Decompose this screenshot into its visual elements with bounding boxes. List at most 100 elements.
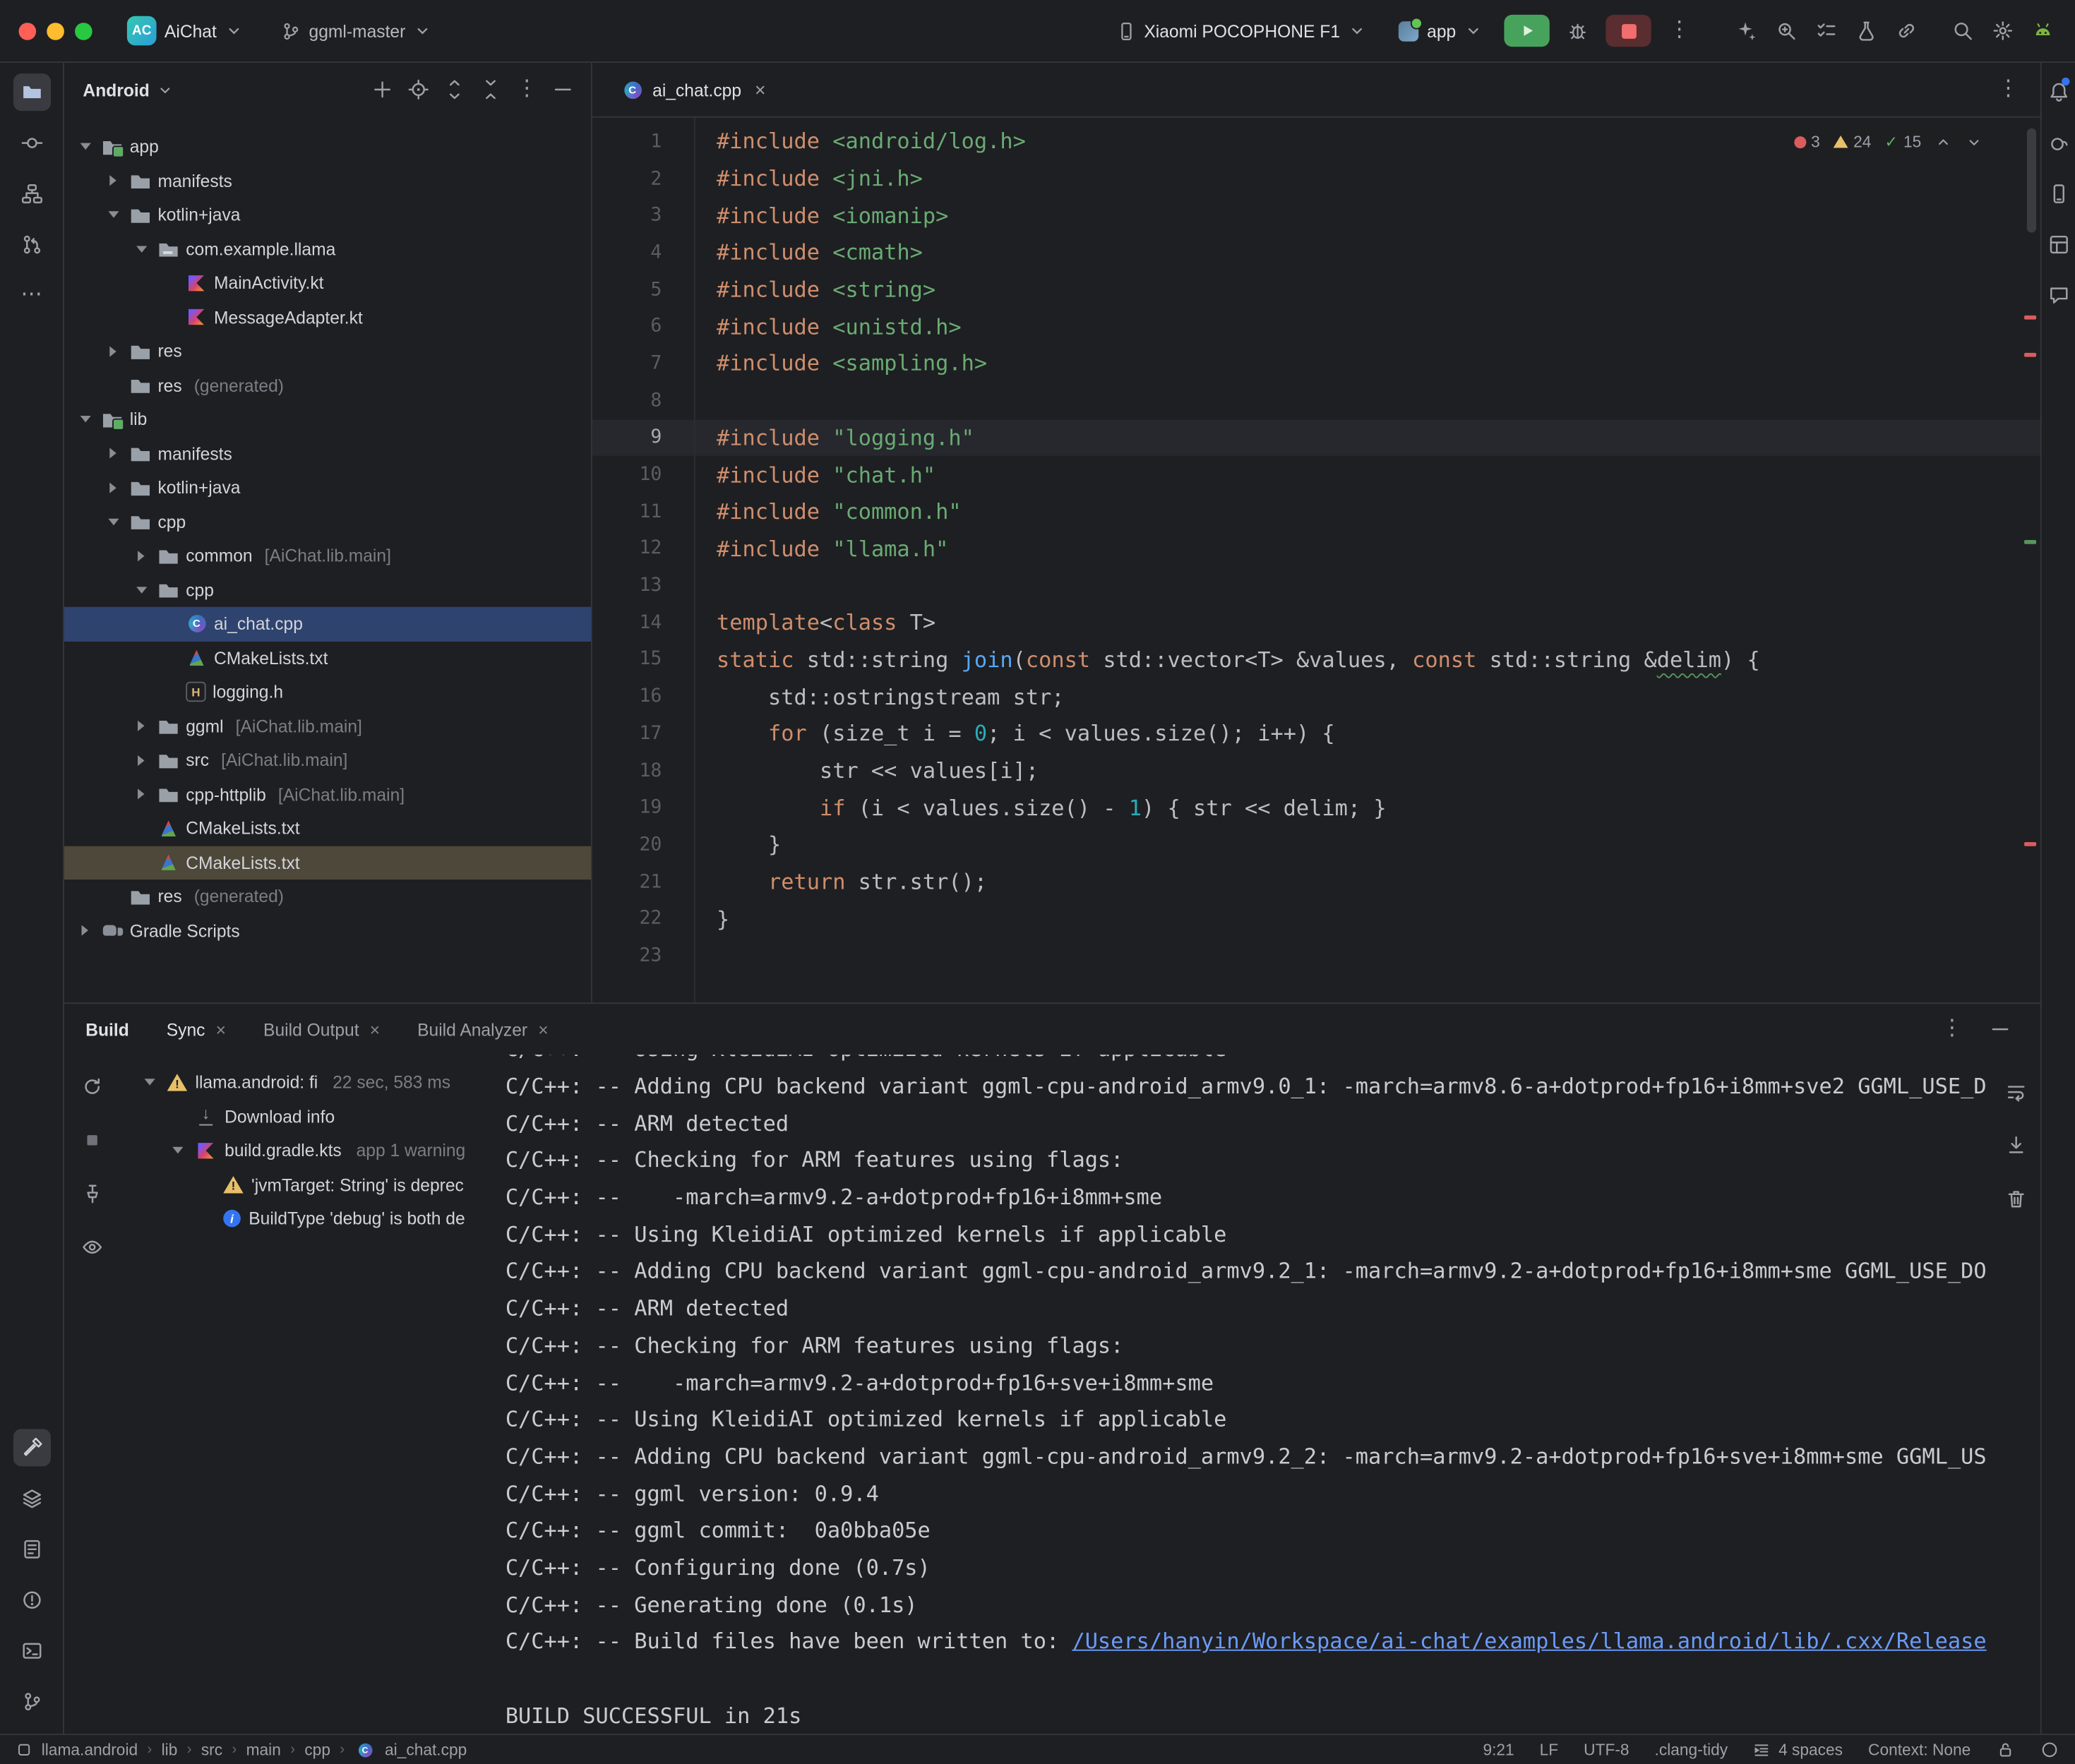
chevron-open-icon[interactable] <box>103 205 123 224</box>
chevron-open-icon[interactable] <box>167 1141 187 1160</box>
error-count[interactable]: 3 <box>1793 132 1819 151</box>
close-tab-icon[interactable]: × <box>370 1019 380 1039</box>
error-stripe-mark[interactable] <box>2024 353 2036 357</box>
breadcrumb-llama-android[interactable]: llama.android <box>42 1741 138 1760</box>
line-number[interactable]: 10 <box>592 464 694 485</box>
code-text[interactable]: std::ostringstream str; <box>694 684 1065 709</box>
line-number[interactable]: 21 <box>592 871 694 892</box>
tree-item-ggml[interactable]: ggml[AiChat.lib.main] <box>64 709 591 743</box>
warning-count[interactable]: 24 <box>1834 132 1872 151</box>
terminal-icon[interactable] <box>13 1632 50 1669</box>
build-tree-item-download-info[interactable]: Download info <box>120 1100 505 1134</box>
line-number[interactable]: 7 <box>592 353 694 374</box>
clear-icon[interactable] <box>1997 1180 2035 1218</box>
commit-icon[interactable] <box>13 124 50 162</box>
code-text[interactable]: #include "chat.h" <box>694 462 935 487</box>
studio-bot-icon[interactable] <box>2024 12 2062 49</box>
chevron-closed-icon[interactable] <box>103 341 123 361</box>
build-tab-sync[interactable]: Sync× <box>167 1019 226 1039</box>
close-tab-icon[interactable]: × <box>755 79 766 100</box>
code-line-14[interactable]: 14template<class T> <box>592 604 2040 641</box>
code-text[interactable]: #include <string> <box>694 277 935 302</box>
code-text[interactable]: if (i < values.size() - 1) { str << deli… <box>694 795 1387 820</box>
code-text[interactable]: #include <jni.h> <box>694 166 923 191</box>
logcat-icon[interactable] <box>13 1530 50 1568</box>
chevron-closed-icon[interactable] <box>131 546 151 565</box>
vcs-branch-widget[interactable]: ggml-master <box>281 20 432 40</box>
soft-wrap-icon[interactable] <box>1997 1074 2035 1111</box>
build-tab-build-analyzer[interactable]: Build Analyzer× <box>417 1019 549 1039</box>
more-run-options-button[interactable]: ⋮ <box>1661 12 1698 49</box>
ai-actions-icon[interactable] <box>1728 12 1765 49</box>
tree-item-ai-chat-cpp[interactable]: ai_chat.cpp <box>64 607 591 641</box>
line-separator-widget[interactable]: LF <box>1540 1741 1559 1760</box>
lock-icon[interactable] <box>1996 1741 2015 1760</box>
passed-count[interactable]: ✓ 15 <box>1884 132 1921 151</box>
tree-item-kotlin-java[interactable]: kotlin+java <box>64 471 591 505</box>
line-number[interactable]: 13 <box>592 575 694 596</box>
project-view-selector[interactable]: Android <box>83 80 149 100</box>
code-text[interactable]: for (size_t i = 0; i < values.size(); i+… <box>694 721 1335 746</box>
indent-widget[interactable]: 4 spaces <box>1753 1741 1843 1760</box>
close-tab-icon[interactable]: × <box>216 1019 226 1039</box>
tree-item-cmakelists-txt[interactable]: CMakeLists.txt <box>64 846 591 880</box>
tree-item-cpp-httplib[interactable]: cpp-httplib[AiChat.lib.main] <box>64 777 591 811</box>
code-line-21[interactable]: 21 return str.str(); <box>592 863 2040 900</box>
chevron-closed-icon[interactable] <box>103 443 123 463</box>
code-area[interactable]: 1#include <android/log.h>2#include <jni.… <box>592 118 2040 1003</box>
line-number[interactable]: 14 <box>592 612 694 633</box>
scroll-end-icon[interactable] <box>1997 1127 2035 1164</box>
line-number[interactable]: 1 <box>592 131 694 152</box>
line-number[interactable]: 23 <box>592 945 694 966</box>
close-tab-icon[interactable]: × <box>538 1019 548 1039</box>
pull-requests-icon[interactable] <box>13 226 50 263</box>
minimize-window-button[interactable] <box>47 22 64 40</box>
editor-tab-ai-chat-cpp[interactable]: ai_chat.cpp × <box>606 63 782 116</box>
git-icon[interactable] <box>13 1683 50 1720</box>
code-line-19[interactable]: 19 if (i < values.size() - 1) { str << d… <box>592 789 2040 826</box>
inspections-icon[interactable] <box>1848 12 1885 49</box>
code-line-2[interactable]: 2#include <jni.h> <box>592 160 2040 197</box>
editor-options-button[interactable]: ⋮ <box>1990 71 2027 108</box>
run-button[interactable] <box>1504 15 1549 47</box>
run-config-selector[interactable]: app <box>1399 20 1483 40</box>
context-widget[interactable]: Context: None <box>1868 1741 1971 1760</box>
tree-item-res[interactable]: res(generated) <box>64 880 591 913</box>
tree-item-res[interactable]: res <box>64 334 591 368</box>
line-number[interactable]: 2 <box>592 168 694 189</box>
code-text[interactable]: #include <cmath> <box>694 240 923 265</box>
tree-item-mainactivity-kt[interactable]: MainActivity.kt <box>64 266 591 300</box>
search-icon[interactable] <box>1944 12 1981 49</box>
tree-item-src[interactable]: src[AiChat.lib.main] <box>64 743 591 777</box>
layers-icon[interactable] <box>13 1480 50 1517</box>
code-text[interactable]: #include <android/log.h> <box>694 128 1026 154</box>
maximize-window-button[interactable] <box>75 22 92 40</box>
line-number[interactable]: 12 <box>592 538 694 559</box>
chevron-closed-icon[interactable] <box>131 716 151 736</box>
search-actions-icon[interactable] <box>1767 12 1805 49</box>
tree-item-messageadapter-kt[interactable]: MessageAdapter.kt <box>64 300 591 334</box>
build-tree-item-build-gradle-kts[interactable]: build.gradle.ktsapp 1 warning <box>120 1134 505 1168</box>
code-line-8[interactable]: 8 <box>592 382 2040 419</box>
tree-item-cpp[interactable]: cpp <box>64 505 591 539</box>
tree-item-common[interactable]: common[AiChat.lib.main] <box>64 539 591 572</box>
line-number[interactable]: 22 <box>592 908 694 929</box>
error-stripe-mark[interactable] <box>2024 316 2036 320</box>
tree-item-manifests[interactable]: manifests <box>64 164 591 198</box>
hide-icon[interactable] <box>546 72 580 107</box>
assistant-icon[interactable] <box>2043 277 2074 314</box>
code-text[interactable]: static std::string join(const std::vecto… <box>694 647 1760 672</box>
resource-manager-icon[interactable] <box>2043 226 2074 263</box>
code-line-23[interactable]: 23 <box>592 937 2040 974</box>
build-tab-build-output[interactable]: Build Output× <box>263 1019 380 1039</box>
chevron-open-icon[interactable] <box>131 580 151 599</box>
chevron-open-icon[interactable] <box>131 239 151 258</box>
code-text[interactable]: #include "common.h" <box>694 499 962 524</box>
cursor-position-widget[interactable]: 9:21 <box>1483 1741 1514 1760</box>
tree-item-com-example-llama[interactable]: com.example.llama <box>64 232 591 266</box>
build-output-link[interactable]: /Users/hanyin/Workspace/ai-chat/examples… <box>1072 1628 1986 1654</box>
device-selector[interactable]: Xiaomi POCOPHONE F1 <box>1116 20 1367 40</box>
code-line-4[interactable]: 4#include <cmath> <box>592 234 2040 271</box>
code-line-22[interactable]: 22} <box>592 900 2040 937</box>
breadcrumb-cpp[interactable]: cpp <box>304 1741 330 1760</box>
